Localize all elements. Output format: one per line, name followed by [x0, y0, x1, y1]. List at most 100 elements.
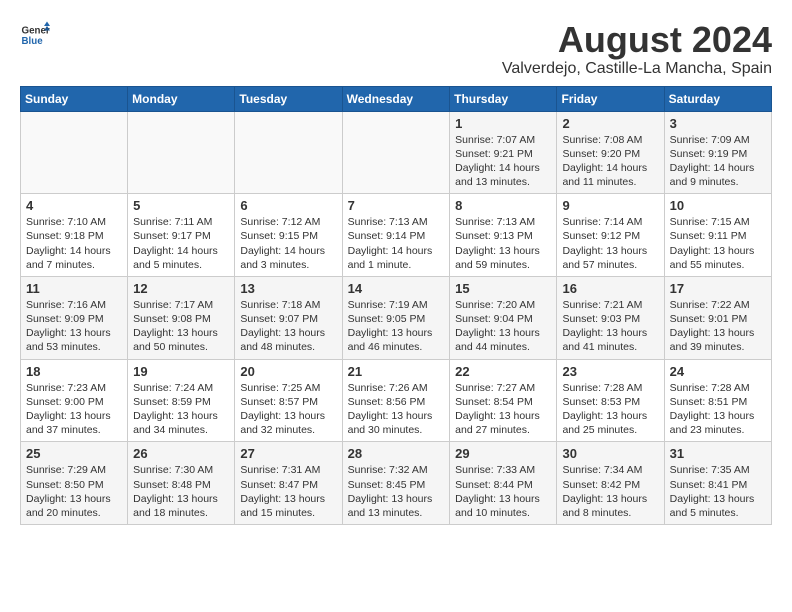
day-number: 18 — [26, 364, 122, 379]
day-info: Sunrise: 7:28 AM Sunset: 8:51 PM Dayligh… — [670, 381, 766, 438]
weekday-header-thursday: Thursday — [450, 86, 557, 111]
day-info: Sunrise: 7:12 AM Sunset: 9:15 PM Dayligh… — [240, 215, 336, 272]
day-info: Sunrise: 7:19 AM Sunset: 9:05 PM Dayligh… — [348, 298, 445, 355]
day-info: Sunrise: 7:24 AM Sunset: 8:59 PM Dayligh… — [133, 381, 229, 438]
day-info: Sunrise: 7:22 AM Sunset: 9:01 PM Dayligh… — [670, 298, 766, 355]
day-info: Sunrise: 7:09 AM Sunset: 9:19 PM Dayligh… — [670, 133, 766, 190]
calendar-week-1: 1Sunrise: 7:07 AM Sunset: 9:21 PM Daylig… — [21, 111, 772, 194]
calendar-cell: 4Sunrise: 7:10 AM Sunset: 9:18 PM Daylig… — [21, 194, 128, 277]
calendar-cell: 16 Sunrise: 7:21 AM Sunset: 9:03 PM Dayli… — [557, 276, 664, 359]
day-info: Sunrise: 7:30 AM Sunset: 8:48 PM Dayligh… — [133, 463, 229, 520]
calendar-cell: 29 Sunrise: 7:33 AM Sunset: 8:44 PM Dayli… — [450, 442, 557, 525]
calendar-cell: 3 Sunrise: 7:09 AM Sunset: 9:19 PM Daylig… — [664, 111, 771, 194]
day-number: 13 — [240, 281, 336, 296]
title-block: August 2024 Valverdejo, Castille-La Manc… — [502, 20, 772, 78]
location-title: Valverdejo, Castille-La Mancha, Spain — [502, 60, 772, 78]
day-number: 14 — [348, 281, 445, 296]
calendar-week-5: 25 Sunrise: 7:29 AM Sunset: 8:50 PM Dayli… — [21, 442, 772, 525]
day-number: 17 — [670, 281, 766, 296]
day-info: Sunrise: 7:26 AM Sunset: 8:56 PM Dayligh… — [348, 381, 445, 438]
day-info: Sunrise: 7:10 AM Sunset: 9:18 PM Dayligh… — [26, 215, 122, 272]
calendar-cell: 25 Sunrise: 7:29 AM Sunset: 8:50 PM Dayli… — [21, 442, 128, 525]
day-info: Sunrise: 7:23 AM Sunset: 9:00 PM Dayligh… — [26, 381, 122, 438]
day-info: Sunrise: 7:33 AM Sunset: 8:44 PM Dayligh… — [455, 463, 551, 520]
day-info: Sunrise: 7:20 AM Sunset: 9:04 PM Dayligh… — [455, 298, 551, 355]
calendar-week-3: 11Sunrise: 7:16 AM Sunset: 9:09 PM Dayli… — [21, 276, 772, 359]
day-info: Sunrise: 7:32 AM Sunset: 8:45 PM Dayligh… — [348, 463, 445, 520]
weekday-header-wednesday: Wednesday — [342, 86, 450, 111]
day-number: 6 — [240, 198, 336, 213]
svg-text:Blue: Blue — [22, 36, 44, 47]
day-number: 21 — [348, 364, 445, 379]
day-number: 2 — [562, 116, 658, 131]
month-title: August 2024 — [502, 20, 772, 60]
calendar-cell: 24Sunrise: 7:28 AM Sunset: 8:51 PM Dayli… — [664, 359, 771, 442]
day-info: Sunrise: 7:08 AM Sunset: 9:20 PM Dayligh… — [562, 133, 658, 190]
calendar-cell: 22 Sunrise: 7:27 AM Sunset: 8:54 PM Dayli… — [450, 359, 557, 442]
day-number: 27 — [240, 446, 336, 461]
day-number: 1 — [455, 116, 551, 131]
calendar-cell: 8Sunrise: 7:13 AM Sunset: 9:13 PM Daylig… — [450, 194, 557, 277]
day-number: 7 — [348, 198, 445, 213]
calendar-cell: 27 Sunrise: 7:31 AM Sunset: 8:47 PM Dayli… — [235, 442, 342, 525]
calendar-cell: 19 Sunrise: 7:24 AM Sunset: 8:59 PM Dayli… — [128, 359, 235, 442]
day-number: 10 — [670, 198, 766, 213]
day-number: 8 — [455, 198, 551, 213]
day-number: 29 — [455, 446, 551, 461]
logo-icon: General Blue — [20, 20, 50, 50]
day-info: Sunrise: 7:15 AM Sunset: 9:11 PM Dayligh… — [670, 215, 766, 272]
day-info: Sunrise: 7:21 AM Sunset: 9:03 PM Dayligh… — [562, 298, 658, 355]
svg-text:General: General — [22, 26, 51, 37]
day-number: 20 — [240, 364, 336, 379]
weekday-header-saturday: Saturday — [664, 86, 771, 111]
day-info: Sunrise: 7:29 AM Sunset: 8:50 PM Dayligh… — [26, 463, 122, 520]
day-number: 25 — [26, 446, 122, 461]
calendar-cell: 13 Sunrise: 7:18 AM Sunset: 9:07 PM Dayli… — [235, 276, 342, 359]
calendar-cell — [128, 111, 235, 194]
calendar-cell: 1Sunrise: 7:07 AM Sunset: 9:21 PM Daylig… — [450, 111, 557, 194]
calendar-cell: 2 Sunrise: 7:08 AM Sunset: 9:20 PM Daylig… — [557, 111, 664, 194]
day-number: 31 — [670, 446, 766, 461]
calendar-cell: 30Sunrise: 7:34 AM Sunset: 8:42 PM Dayli… — [557, 442, 664, 525]
calendar-week-4: 18 Sunrise: 7:23 AM Sunset: 9:00 PM Dayli… — [21, 359, 772, 442]
day-number: 19 — [133, 364, 229, 379]
calendar-cell: 28Sunrise: 7:32 AM Sunset: 8:45 PM Dayli… — [342, 442, 450, 525]
day-number: 23 — [562, 364, 658, 379]
calendar-cell: 15 Sunrise: 7:20 AM Sunset: 9:04 PM Dayli… — [450, 276, 557, 359]
calendar-cell: 5Sunrise: 7:11 AM Sunset: 9:17 PM Daylig… — [128, 194, 235, 277]
calendar-cell: 18 Sunrise: 7:23 AM Sunset: 9:00 PM Dayli… — [21, 359, 128, 442]
day-number: 30 — [562, 446, 658, 461]
calendar-week-2: 4Sunrise: 7:10 AM Sunset: 9:18 PM Daylig… — [21, 194, 772, 277]
calendar-cell: 17 Sunrise: 7:22 AM Sunset: 9:01 PM Dayli… — [664, 276, 771, 359]
calendar-table: SundayMondayTuesdayWednesdayThursdayFrid… — [20, 86, 772, 525]
day-info: Sunrise: 7:35 AM Sunset: 8:41 PM Dayligh… — [670, 463, 766, 520]
calendar-cell: 14 Sunrise: 7:19 AM Sunset: 9:05 PM Dayli… — [342, 276, 450, 359]
day-number: 3 — [670, 116, 766, 131]
calendar-cell: 9Sunrise: 7:14 AM Sunset: 9:12 PM Daylig… — [557, 194, 664, 277]
calendar-cell: 23 Sunrise: 7:28 AM Sunset: 8:53 PM Dayli… — [557, 359, 664, 442]
day-number: 26 — [133, 446, 229, 461]
weekday-header-monday: Monday — [128, 86, 235, 111]
calendar-cell: 10 Sunrise: 7:15 AM Sunset: 9:11 PM Dayli… — [664, 194, 771, 277]
page-header: General Blue August 2024 Valverdejo, Cas… — [20, 20, 772, 78]
day-info: Sunrise: 7:25 AM Sunset: 8:57 PM Dayligh… — [240, 381, 336, 438]
day-number: 9 — [562, 198, 658, 213]
day-number: 15 — [455, 281, 551, 296]
day-number: 22 — [455, 364, 551, 379]
day-number: 11 — [26, 281, 122, 296]
logo: General Blue — [20, 20, 50, 50]
day-info: Sunrise: 7:13 AM Sunset: 9:14 PM Dayligh… — [348, 215, 445, 272]
day-info: Sunrise: 7:11 AM Sunset: 9:17 PM Dayligh… — [133, 215, 229, 272]
calendar-cell: 12Sunrise: 7:17 AM Sunset: 9:08 PM Dayli… — [128, 276, 235, 359]
calendar-cell: 21 Sunrise: 7:26 AM Sunset: 8:56 PM Dayli… — [342, 359, 450, 442]
day-number: 12 — [133, 281, 229, 296]
calendar-cell: 7 Sunrise: 7:13 AM Sunset: 9:14 PM Daylig… — [342, 194, 450, 277]
day-info: Sunrise: 7:27 AM Sunset: 8:54 PM Dayligh… — [455, 381, 551, 438]
day-info: Sunrise: 7:31 AM Sunset: 8:47 PM Dayligh… — [240, 463, 336, 520]
day-info: Sunrise: 7:18 AM Sunset: 9:07 PM Dayligh… — [240, 298, 336, 355]
day-number: 16 — [562, 281, 658, 296]
weekday-header-sunday: Sunday — [21, 86, 128, 111]
calendar-cell — [21, 111, 128, 194]
weekday-header-row: SundayMondayTuesdayWednesdayThursdayFrid… — [21, 86, 772, 111]
day-info: Sunrise: 7:28 AM Sunset: 8:53 PM Dayligh… — [562, 381, 658, 438]
